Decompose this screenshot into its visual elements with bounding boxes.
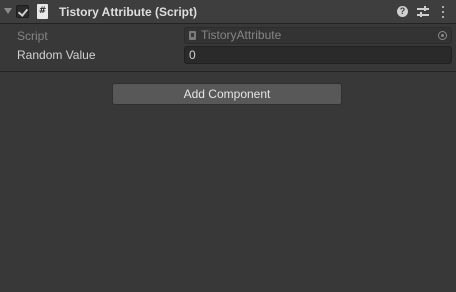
- component-separator: [0, 71, 456, 72]
- script-icon: #: [37, 4, 48, 19]
- kebab-menu-icon[interactable]: [441, 6, 445, 18]
- random-value-field[interactable]: [184, 46, 452, 64]
- script-file-icon: [189, 31, 196, 40]
- script-object-field[interactable]: TistoryAttribute: [184, 27, 452, 44]
- component-title: Tistory Attribute (Script): [59, 5, 198, 19]
- random-value-label[interactable]: Random Value: [17, 47, 96, 63]
- script-label: Script: [17, 29, 48, 43]
- object-picker-icon[interactable]: [438, 31, 447, 40]
- add-component-button[interactable]: Add Component: [112, 83, 342, 105]
- preset-icon[interactable]: [417, 6, 429, 18]
- foldout-arrow-icon[interactable]: [4, 8, 12, 14]
- help-icon[interactable]: ?: [397, 6, 408, 17]
- component-enabled-checkbox[interactable]: [16, 5, 29, 18]
- component-header[interactable]: # Tistory Attribute (Script) ?: [0, 0, 456, 24]
- script-field-value: TistoryAttribute: [201, 28, 282, 42]
